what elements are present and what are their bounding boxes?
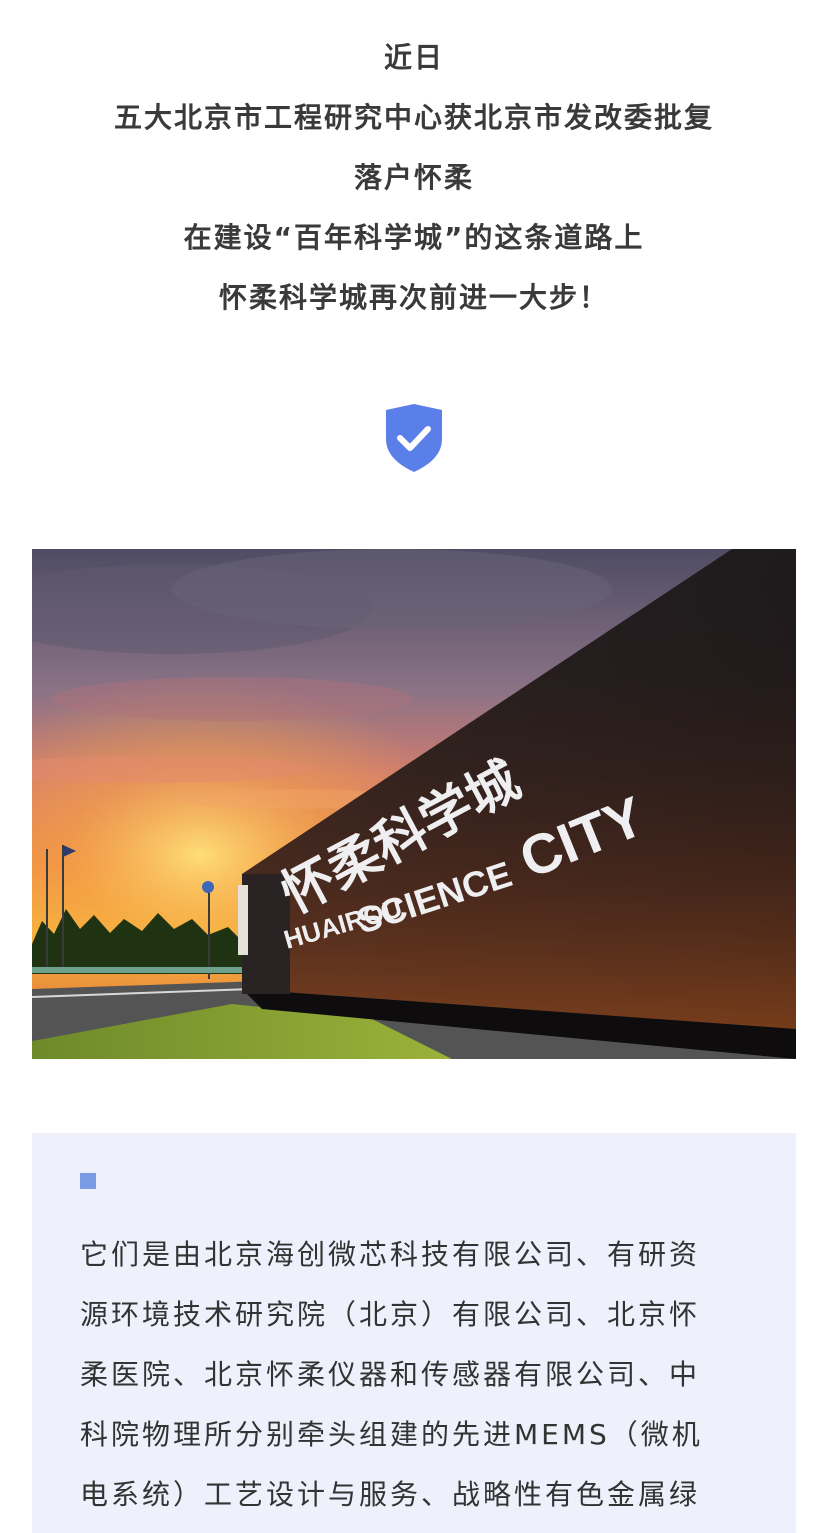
hero-photo: 怀柔科学城 HUAIROU SCIENCE CITY (32, 549, 796, 1059)
intro-line: 近日 (383, 41, 444, 74)
text-card: 它们是由北京海创微芯科技有限公司、有研资 源环境技术研究院（北京）有限公司、北京… (32, 1133, 796, 1533)
bullet-square-icon (80, 1173, 96, 1189)
card-line: 科院物理所分别牵头组建的先进MEMS（微机 (80, 1418, 703, 1451)
card-line: 电系统）工艺设计与服务、战略性有色金属绿 (80, 1478, 701, 1511)
intro-line: 怀柔科学城再次前进一大步！ (218, 281, 609, 314)
intro-text: 近日 五大北京市工程研究中心获北京市发改委批复 落户怀柔 在建设“百年科学城”的… (0, 28, 828, 328)
card-line: 源环境技术研究院（北京）有限公司、北京怀 (80, 1298, 701, 1331)
card-line: 它们是由北京海创微芯科技有限公司、有研资 (80, 1238, 701, 1271)
intro-line: 在建设“百年科学城”的这条道路上 (183, 221, 645, 254)
shield-check-icon (384, 403, 444, 473)
intro-line: 落户怀柔 (353, 161, 474, 194)
card-paragraph: 它们是由北京海创微芯科技有限公司、有研资 源环境技术研究院（北京）有限公司、北京… (80, 1225, 752, 1525)
card-line: 柔医院、北京怀柔仪器和传感器有限公司、中 (80, 1358, 701, 1391)
intro-line: 五大北京市工程研究中心获北京市发改委批复 (113, 101, 714, 134)
